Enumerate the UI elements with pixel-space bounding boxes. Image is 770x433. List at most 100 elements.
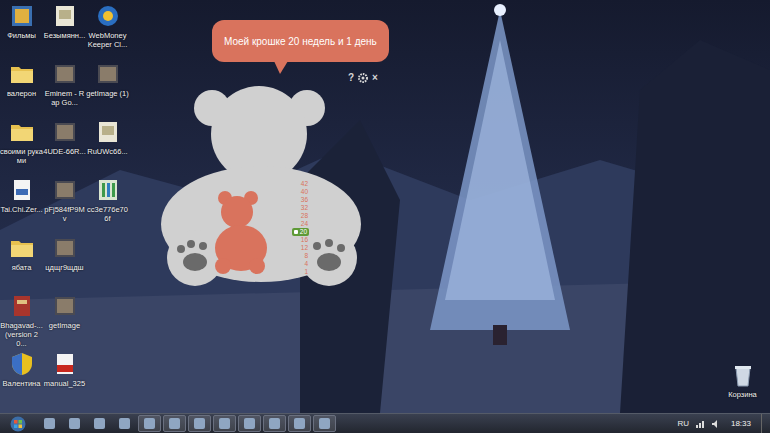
- week-tick: 32: [300, 204, 309, 212]
- app-icon: [44, 418, 55, 429]
- desktop-icon-label: своими руками: [0, 147, 43, 165]
- desktop-icon[interactable]: cc3e776e706f: [86, 177, 129, 235]
- desktop-icon-label: pFj584fP9Mv: [43, 205, 86, 223]
- recycle-bin-icon: [730, 362, 756, 388]
- book-icon: [9, 293, 35, 319]
- desktop-icon-label: getImage: [43, 321, 86, 330]
- desktop-icon[interactable]: Eminem - Rap Go...: [43, 61, 86, 119]
- desktop-icon[interactable]: ябата: [0, 235, 43, 293]
- app-icon: [94, 418, 105, 429]
- bear-area: 424036322824201612841: [157, 86, 367, 296]
- app-icon: [69, 418, 80, 429]
- language-indicator[interactable]: RU: [677, 419, 689, 428]
- desktop-icon[interactable]: getImage: [43, 293, 86, 351]
- week-tick: 24: [300, 220, 309, 228]
- week-tick: 36: [300, 196, 309, 204]
- week-tick: 42: [300, 180, 309, 188]
- week-tick: 8: [303, 252, 309, 260]
- desktop-icon[interactable]: pFj584fP9Mv: [43, 177, 86, 235]
- image-icon: [52, 293, 78, 319]
- windows-logo-icon: [10, 416, 26, 432]
- desktop-icon[interactable]: своими руками: [0, 119, 43, 177]
- image-icon: [52, 177, 78, 203]
- bear-icon: [157, 86, 367, 296]
- desktop-icon[interactable]: getImage (1): [86, 61, 129, 119]
- shield-icon: [9, 351, 35, 377]
- desktop-icon[interactable]: 4UDE-66R...: [43, 119, 86, 177]
- clock[interactable]: 18:33: [727, 419, 755, 428]
- desktop-icon-label: Фильмы: [0, 31, 43, 40]
- app-icon: [269, 418, 280, 429]
- pregnancy-gadget[interactable]: Моей крошке 20 недель и 1 день? × 42403632…: [152, 18, 422, 298]
- desktop-icon[interactable]: Валентина: [0, 351, 43, 409]
- week-tick-label: 42: [301, 180, 308, 188]
- taskbar-button[interactable]: [63, 415, 86, 432]
- week-tick: 1: [303, 268, 309, 276]
- desktop-icon-label: 4UDE-66R...: [43, 147, 86, 156]
- taskbar-button[interactable]: [213, 415, 236, 432]
- app-icon: [319, 418, 330, 429]
- week-tick-label: 20: [300, 228, 307, 236]
- desktop-icon[interactable]: Безымянн...: [43, 3, 86, 61]
- volume-icon[interactable]: [711, 419, 721, 429]
- recycle-bin-label: Корзина: [721, 390, 764, 399]
- network-icon[interactable]: [695, 419, 705, 429]
- week-tick-label: 12: [301, 244, 308, 252]
- taskbar-button[interactable]: [38, 415, 61, 432]
- desktop-icons: ФильмыБезымянн...WebMoney Keeper Cl... ва…: [0, 0, 770, 409]
- desktop-icon[interactable]: Bhagavad-... (version 20...: [0, 293, 43, 351]
- gear-icon[interactable]: [358, 73, 368, 83]
- start-button[interactable]: [0, 416, 36, 432]
- picture-icon: [52, 3, 78, 29]
- desktop-icon-label: WebMoney Keeper Cl...: [86, 31, 129, 49]
- desktop-icon-row: Валентинаmanual_325: [0, 351, 770, 409]
- taskbar-button[interactable]: [88, 415, 111, 432]
- app-icon: [244, 418, 255, 429]
- taskbar-button[interactable]: [163, 415, 186, 432]
- desktop-icon-label: cc3e776e706f: [86, 205, 129, 223]
- desktop-icon[interactable]: валерон: [0, 61, 43, 119]
- desktop-icon-label: manual_325: [43, 379, 86, 388]
- app-icon: [194, 418, 205, 429]
- desktop-icon[interactable]: Tai.Chi.Zer...: [0, 177, 43, 235]
- app-icon: [119, 418, 130, 429]
- desktop-icon[interactable]: RuUWc66...: [86, 119, 129, 177]
- speech-bubble: Моей крошке 20 недель и 1 день: [212, 20, 389, 62]
- image-icon: [52, 61, 78, 87]
- app-icon: [95, 3, 121, 29]
- desktop-icon-label: Tai.Chi.Zer...: [0, 205, 43, 214]
- taskbar-button[interactable]: [313, 415, 336, 432]
- app-icon: [169, 418, 180, 429]
- desktop-icon[interactable]: цдщг9щдш: [43, 235, 86, 293]
- recycle-bin[interactable]: Корзина: [721, 362, 764, 399]
- desktop-icon[interactable]: WebMoney Keeper Cl...: [86, 3, 129, 61]
- folder-icon: [9, 235, 35, 261]
- week-tick: 12: [300, 244, 309, 252]
- week-tick-label: 32: [301, 204, 308, 212]
- desktop-icon-label: RuUWc66...: [86, 147, 129, 156]
- image-icon: [52, 119, 78, 145]
- video-icon: [9, 3, 35, 29]
- show-desktop-button[interactable]: [761, 414, 770, 433]
- week-tick-label: 24: [301, 220, 308, 228]
- week-tick-label: 36: [301, 196, 308, 204]
- taskbar-button[interactable]: [288, 415, 311, 432]
- desktop-icon-row: своими руками4UDE-66R...RuUWc66...: [0, 119, 770, 177]
- current-week-marker: [294, 230, 298, 234]
- week-tick-label: 40: [301, 188, 308, 196]
- app-icon: [219, 418, 230, 429]
- taskbar-button[interactable]: [188, 415, 211, 432]
- gadget-control[interactable]: ×: [372, 72, 378, 84]
- desktop-icon[interactable]: Фильмы: [0, 3, 43, 61]
- taskbar-button[interactable]: [113, 415, 136, 432]
- week-tick: 20: [292, 228, 309, 236]
- taskbar-button[interactable]: [263, 415, 286, 432]
- desktop-icon[interactable]: manual_325: [43, 351, 86, 409]
- week-tick: 40: [300, 188, 309, 196]
- taskbar-button[interactable]: [138, 415, 161, 432]
- gadget-control[interactable]: ?: [348, 72, 354, 84]
- desktop-screen: ФильмыБезымянн...WebMoney Keeper Cl... ва…: [0, 0, 770, 433]
- taskbar-button[interactable]: [238, 415, 261, 432]
- folder-icon: [9, 61, 35, 87]
- week-scale: 424036322824201612841: [289, 180, 309, 276]
